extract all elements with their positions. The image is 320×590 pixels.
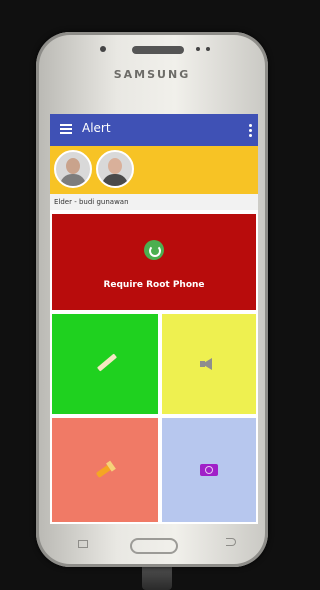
elder-label: Elder - budi gunawan — [50, 194, 258, 210]
sensor-dot — [196, 47, 200, 51]
tile-sound[interactable] — [162, 314, 256, 414]
require-root-panel[interactable]: Require Root Phone — [52, 214, 256, 310]
tile-flashlight[interactable] — [52, 418, 158, 522]
tile-edit[interactable] — [52, 314, 158, 414]
front-camera — [100, 46, 106, 52]
tile-camera[interactable] — [162, 418, 256, 522]
sensor-dot — [206, 47, 210, 51]
back-key[interactable] — [226, 538, 236, 546]
contacts-strip — [50, 146, 258, 194]
flashlight-icon — [95, 463, 113, 479]
pencil-icon — [96, 353, 118, 372]
avatar[interactable] — [96, 150, 134, 188]
camera-icon — [200, 464, 218, 476]
app-title: Alert — [82, 121, 111, 135]
phone-device: SAMSUNG Alert Elder - budi gunawan Requi… — [36, 32, 268, 567]
refresh-icon — [144, 240, 164, 260]
avatar[interactable] — [54, 150, 92, 188]
require-root-label: Require Root Phone — [103, 280, 205, 290]
brand-logo: SAMSUNG — [113, 68, 191, 81]
recent-apps-key[interactable] — [78, 540, 88, 548]
home-button[interactable] — [130, 538, 178, 554]
app-bar: Alert — [50, 114, 258, 146]
phone-screen: Alert Elder - budi gunawan Require Root … — [50, 114, 258, 524]
hamburger-menu-icon[interactable] — [60, 124, 72, 134]
overflow-menu-icon[interactable] — [249, 124, 252, 139]
earpiece-speaker — [132, 46, 184, 54]
speaker-icon — [200, 358, 212, 370]
